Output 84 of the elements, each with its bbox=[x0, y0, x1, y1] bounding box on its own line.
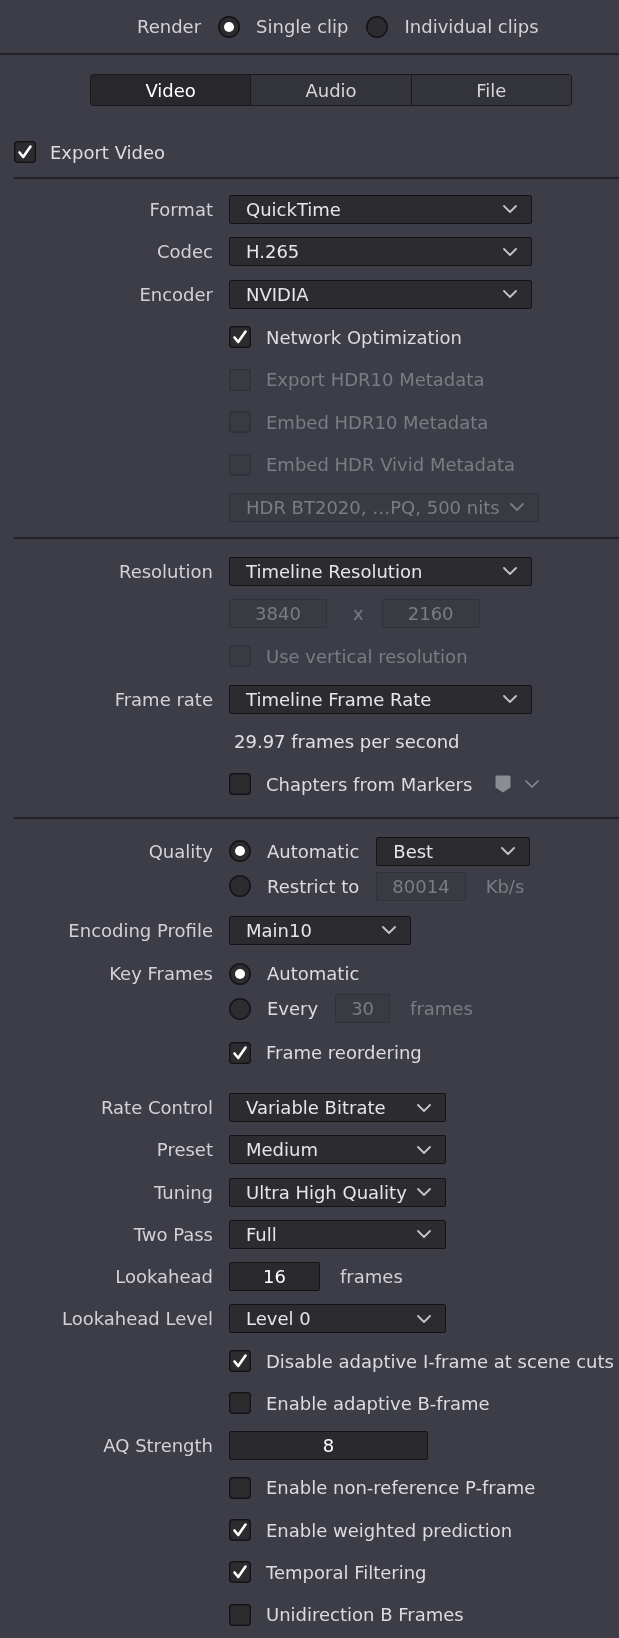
render-label: Render bbox=[137, 16, 202, 37]
dropdown[interactable]: Best bbox=[376, 836, 531, 866]
checkbox[interactable] bbox=[14, 141, 36, 163]
checkbox[interactable] bbox=[229, 326, 251, 349]
checkbox[interactable] bbox=[229, 1561, 251, 1584]
number-field[interactable]: 8 bbox=[229, 1431, 428, 1461]
checkbox-label[interactable]: Network Optimization bbox=[266, 326, 463, 348]
checkbox-label[interactable]: Enable adaptive B-frame bbox=[266, 1392, 490, 1414]
checkbox[interactable] bbox=[229, 1603, 251, 1626]
checkbox-label[interactable]: Temporal Filtering bbox=[266, 1561, 427, 1583]
checkbox[interactable] bbox=[229, 773, 251, 796]
chevron-icon bbox=[509, 503, 524, 512]
field-label: Tuning bbox=[154, 1181, 213, 1203]
radio-button[interactable] bbox=[229, 875, 251, 898]
field-label: Two Pass bbox=[133, 1223, 213, 1245]
dropdown[interactable]: Variable Bitrate bbox=[229, 1093, 446, 1123]
field-label: Resolution bbox=[118, 560, 213, 582]
checkbox-label[interactable]: Frame reordering bbox=[266, 1042, 422, 1064]
chevron-icon bbox=[503, 205, 517, 214]
radio-button[interactable] bbox=[366, 15, 389, 38]
radio-button[interactable] bbox=[229, 840, 251, 863]
unit-label: frames bbox=[340, 1266, 403, 1288]
unit-label: frames bbox=[410, 998, 473, 1020]
checkbox-label[interactable]: Enable weighted prediction bbox=[266, 1519, 513, 1541]
chevron-icon bbox=[503, 695, 517, 703]
chevron-icon bbox=[501, 847, 516, 856]
radio-button[interactable] bbox=[229, 998, 251, 1020]
radio-label[interactable]: Individual clips bbox=[404, 16, 539, 37]
radio-label[interactable]: Automatic bbox=[267, 963, 360, 985]
radio-label[interactable]: Automatic bbox=[267, 840, 360, 862]
field-label: Preset bbox=[156, 1139, 213, 1161]
field-label: Encoding Profile bbox=[68, 919, 213, 941]
dropdown[interactable]: Main10 bbox=[229, 915, 411, 945]
checkbox[interactable] bbox=[229, 1041, 251, 1064]
dropdown[interactable]: Level 0 bbox=[229, 1304, 446, 1334]
checkbox-label[interactable]: Export Video bbox=[50, 141, 166, 163]
checkbox-label[interactable]: Unidirection B Frames bbox=[266, 1604, 464, 1626]
chevron-icon bbox=[503, 247, 517, 256]
radio-label[interactable]: Single clip bbox=[256, 16, 349, 37]
field-label: Rate Control bbox=[100, 1097, 213, 1119]
dropdown[interactable]: NVIDIA bbox=[229, 280, 532, 309]
radio-label[interactable]: Every bbox=[267, 998, 319, 1020]
checkbox[interactable] bbox=[229, 1476, 251, 1499]
marker-icon[interactable] bbox=[495, 775, 512, 794]
chevron-icon[interactable] bbox=[525, 780, 540, 789]
radio-button[interactable] bbox=[218, 15, 241, 38]
tab[interactable]: Video bbox=[91, 75, 251, 105]
checkbox[interactable] bbox=[229, 1392, 251, 1415]
chevron-icon bbox=[417, 1188, 431, 1197]
field-label: Quality bbox=[148, 840, 213, 862]
dropdown[interactable]: Medium bbox=[229, 1135, 446, 1165]
chevron-icon bbox=[503, 567, 517, 576]
dropdown[interactable]: H.265 bbox=[229, 237, 532, 267]
checkbox[interactable] bbox=[229, 1519, 251, 1542]
field-label: Lookahead bbox=[115, 1266, 213, 1288]
number-field[interactable]: 16 bbox=[229, 1262, 320, 1292]
field-label: Lookahead Level bbox=[61, 1308, 213, 1330]
checkbox-label[interactable]: Enable non-reference P-frame bbox=[266, 1477, 536, 1499]
info-text: 29.97 frames per second bbox=[234, 731, 460, 753]
dropdown[interactable]: Full bbox=[229, 1219, 446, 1249]
chevron-icon bbox=[417, 1314, 431, 1323]
dropdown[interactable]: Ultra High Quality bbox=[229, 1177, 446, 1207]
chevron-icon bbox=[417, 1103, 431, 1112]
checkbox-label[interactable]: Disable adaptive I-frame at scene cuts bbox=[266, 1350, 614, 1372]
field-label: Key Frames bbox=[109, 963, 213, 985]
dimension-separator: x bbox=[353, 603, 364, 625]
field-label: Encoder bbox=[139, 284, 213, 305]
dropdown[interactable]: QuickTime bbox=[229, 194, 532, 224]
dropdown[interactable]: Timeline Resolution bbox=[229, 556, 532, 586]
checkbox[interactable] bbox=[229, 1350, 251, 1373]
chevron-icon bbox=[503, 290, 517, 299]
radio-button[interactable] bbox=[229, 963, 251, 985]
chevron-icon bbox=[417, 1145, 431, 1154]
field-label: AQ Strength bbox=[103, 1435, 213, 1457]
tab[interactable]: File bbox=[410, 75, 571, 105]
field-label: Frame rate bbox=[114, 688, 213, 710]
field-label: Codec bbox=[157, 241, 213, 263]
field-label: Format bbox=[149, 198, 213, 220]
chevron-icon bbox=[382, 926, 396, 935]
radio-label[interactable]: Restrict to bbox=[267, 875, 360, 897]
unit-label: Kb/s bbox=[485, 875, 525, 897]
dropdown[interactable]: Timeline Frame Rate bbox=[229, 684, 532, 714]
chevron-icon bbox=[417, 1230, 431, 1239]
checkbox-label[interactable]: Chapters from Markers bbox=[266, 773, 473, 795]
